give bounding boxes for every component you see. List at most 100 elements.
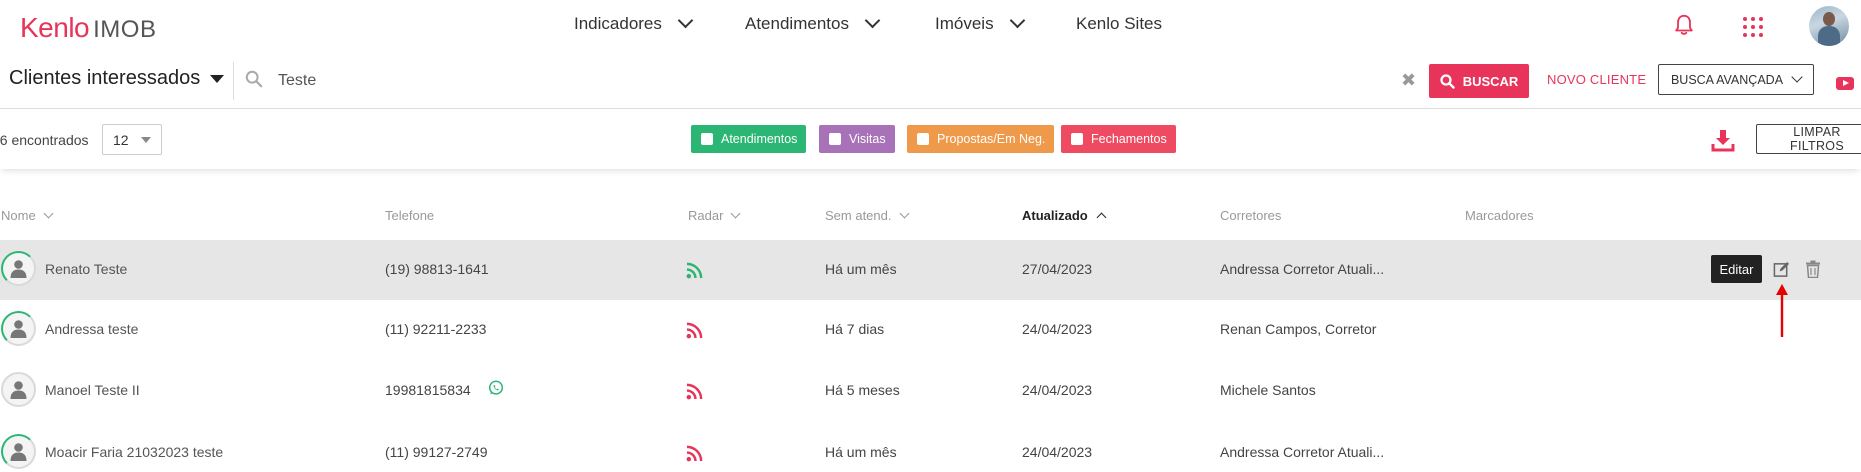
chip-label: Visitas xyxy=(849,132,886,146)
column-header-radar[interactable]: Radar xyxy=(688,208,741,223)
column-header-atualizado[interactable]: Atualizado xyxy=(1022,208,1107,223)
person-icon xyxy=(10,381,27,399)
apps-grid-icon[interactable] xyxy=(1743,17,1763,37)
chip-label: Fechamentos xyxy=(1091,132,1167,146)
client-name[interactable]: Andressa teste xyxy=(45,321,138,337)
column-header-telefone: Telefone xyxy=(385,208,434,223)
table-header: Nome Telefone Radar Sem atend. Atualizad… xyxy=(0,200,1861,232)
chip-label: Propostas/Em Neg. xyxy=(937,132,1046,146)
search-context-select[interactable]: Clientes interessados xyxy=(9,67,225,90)
filter-chip-visitas[interactable]: Visitas xyxy=(819,125,895,153)
download-icon[interactable] xyxy=(1711,128,1735,152)
sem-atendimento: Há um mês xyxy=(825,261,897,277)
radar-rss-icon xyxy=(686,322,703,339)
column-header-nome[interactable]: Nome xyxy=(1,208,54,223)
limpar-filtros-button[interactable]: LIMPAR FILTROS xyxy=(1756,124,1861,154)
nav-item-imoveis[interactable]: Imóveis xyxy=(935,12,1025,34)
filter-bar: 76 encontrados 12 Atendimentos Visitas P… xyxy=(0,109,1861,169)
column-header-corretores: Corretores xyxy=(1220,208,1281,223)
table-row[interactable]: Renato Teste (19) 98813-1641 Há um mês 27/0… xyxy=(0,240,1861,300)
search-icon xyxy=(1440,73,1455,89)
caret-down-icon xyxy=(141,137,151,143)
search-context-label: Clientes interessados xyxy=(9,67,201,89)
corretores: Andressa Corretor Atuali... xyxy=(1220,261,1385,277)
header-label: Atualizado xyxy=(1022,208,1088,223)
filter-chip-atendimentos[interactable]: Atendimentos xyxy=(691,125,807,153)
client-phone: (19) 98813-1641 xyxy=(385,261,489,277)
logo-product: IMOB xyxy=(93,16,157,43)
person-icon xyxy=(10,320,27,338)
bell-icon[interactable] xyxy=(1673,13,1695,37)
logo-brand: Kenlo xyxy=(20,12,90,43)
client-avatar xyxy=(1,311,36,346)
nav-label: Atendimentos xyxy=(745,14,849,33)
filter-chip-fechamentos[interactable]: Fechamentos xyxy=(1061,125,1176,153)
chevron-down-icon xyxy=(864,12,881,29)
header-label: Telefone xyxy=(385,208,435,223)
checkbox-icon xyxy=(701,133,713,145)
column-header-sem-atend[interactable]: Sem atend. xyxy=(825,208,909,223)
chevron-down-icon xyxy=(1791,71,1803,83)
buscar-button[interactable]: BUSCAR xyxy=(1429,64,1529,98)
radar-rss-icon xyxy=(686,262,703,279)
filter-chip-propostas[interactable]: Propostas/Em Neg. xyxy=(907,125,1055,153)
header-label: Marcadores xyxy=(1465,208,1534,223)
client-phone: 19981815834 xyxy=(385,382,471,398)
edit-icon[interactable] xyxy=(1773,261,1790,278)
header-label: Corretores xyxy=(1220,208,1282,223)
table-row[interactable]: Moacir Faria 21032023 teste (11) 99127-27… xyxy=(0,423,1861,472)
clear-search-icon[interactable]: ✖ xyxy=(1401,71,1416,89)
client-name[interactable]: Renato Teste xyxy=(45,261,127,277)
header-label: Nome xyxy=(1,208,36,223)
results-count: 76 encontrados xyxy=(0,132,89,148)
sem-atendimento: Há 7 dias xyxy=(825,321,885,337)
per-page-value: 12 xyxy=(113,131,129,148)
corretores: Michele Santos xyxy=(1220,382,1316,398)
whatsapp-icon[interactable] xyxy=(488,380,504,396)
client-name[interactable]: Moacir Faria 21032023 teste xyxy=(45,444,223,460)
top-navigation: Kenlo IMOB Indicadores Atendimentos Imóv… xyxy=(0,0,1861,54)
chevron-down-icon xyxy=(1009,12,1025,29)
table-row[interactable]: Andressa teste (11) 92211-2233 Há 7 dias 24… xyxy=(0,300,1861,360)
radar-rss-icon xyxy=(686,383,703,400)
client-phone: (11) 99127-2749 xyxy=(385,444,488,460)
checkbox-icon xyxy=(829,133,841,145)
search-bar: Clientes interessados ✖ BUSCAR NOVO CLIE… xyxy=(0,54,1861,109)
atualizado-date: 27/04/2023 xyxy=(1022,261,1093,277)
chevron-down-icon xyxy=(43,208,54,219)
nav-item-indicadores[interactable]: Indicadores xyxy=(574,12,694,34)
client-name[interactable]: Manoel Teste II xyxy=(45,382,140,398)
corretores: Andressa Corretor Atuali... xyxy=(1220,444,1385,460)
trash-icon[interactable] xyxy=(1805,260,1821,278)
checkbox-icon xyxy=(917,133,929,145)
chevron-down-icon xyxy=(730,208,741,219)
nav-label: Imóveis xyxy=(935,14,994,33)
corretores: Renan Campos, Corretor xyxy=(1220,321,1377,337)
per-page-select[interactable]: 12 xyxy=(102,124,162,155)
caret-down-icon xyxy=(210,74,225,83)
chevron-down-icon xyxy=(677,12,694,29)
annotation-arrow-icon xyxy=(1776,284,1788,337)
table-row[interactable]: Manoel Teste II 19981815834 Há 5 meses 24/0… xyxy=(0,361,1861,421)
radar-rss-icon xyxy=(686,445,703,462)
header-label: Sem atend. xyxy=(825,208,892,223)
person-icon xyxy=(10,443,27,461)
client-avatar xyxy=(1,434,36,469)
search-input[interactable] xyxy=(278,66,1178,96)
client-phone: (11) 92211-2233 xyxy=(385,321,487,337)
search-icon xyxy=(245,70,263,88)
user-avatar[interactable] xyxy=(1809,6,1849,46)
client-avatar xyxy=(1,251,36,286)
column-header-marcadores: Marcadores xyxy=(1465,208,1534,223)
chevron-up-icon xyxy=(1096,212,1107,223)
atualizado-date: 24/04/2023 xyxy=(1022,382,1093,398)
kenlo-logo[interactable]: Kenlo IMOB xyxy=(20,12,156,44)
youtube-icon[interactable] xyxy=(1836,77,1854,90)
nav-item-kenlo-sites[interactable]: Kenlo Sites xyxy=(1076,14,1162,34)
busca-avancada-button[interactable]: BUSCA AVANÇADA xyxy=(1658,64,1814,95)
novo-cliente-button[interactable]: NOVO CLIENTE xyxy=(1547,72,1646,87)
divider xyxy=(233,62,234,100)
header-label: Radar xyxy=(688,208,724,223)
nav-item-atendimentos[interactable]: Atendimentos xyxy=(745,12,881,34)
busca-avancada-label: BUSCA AVANÇADA xyxy=(1670,72,1784,87)
